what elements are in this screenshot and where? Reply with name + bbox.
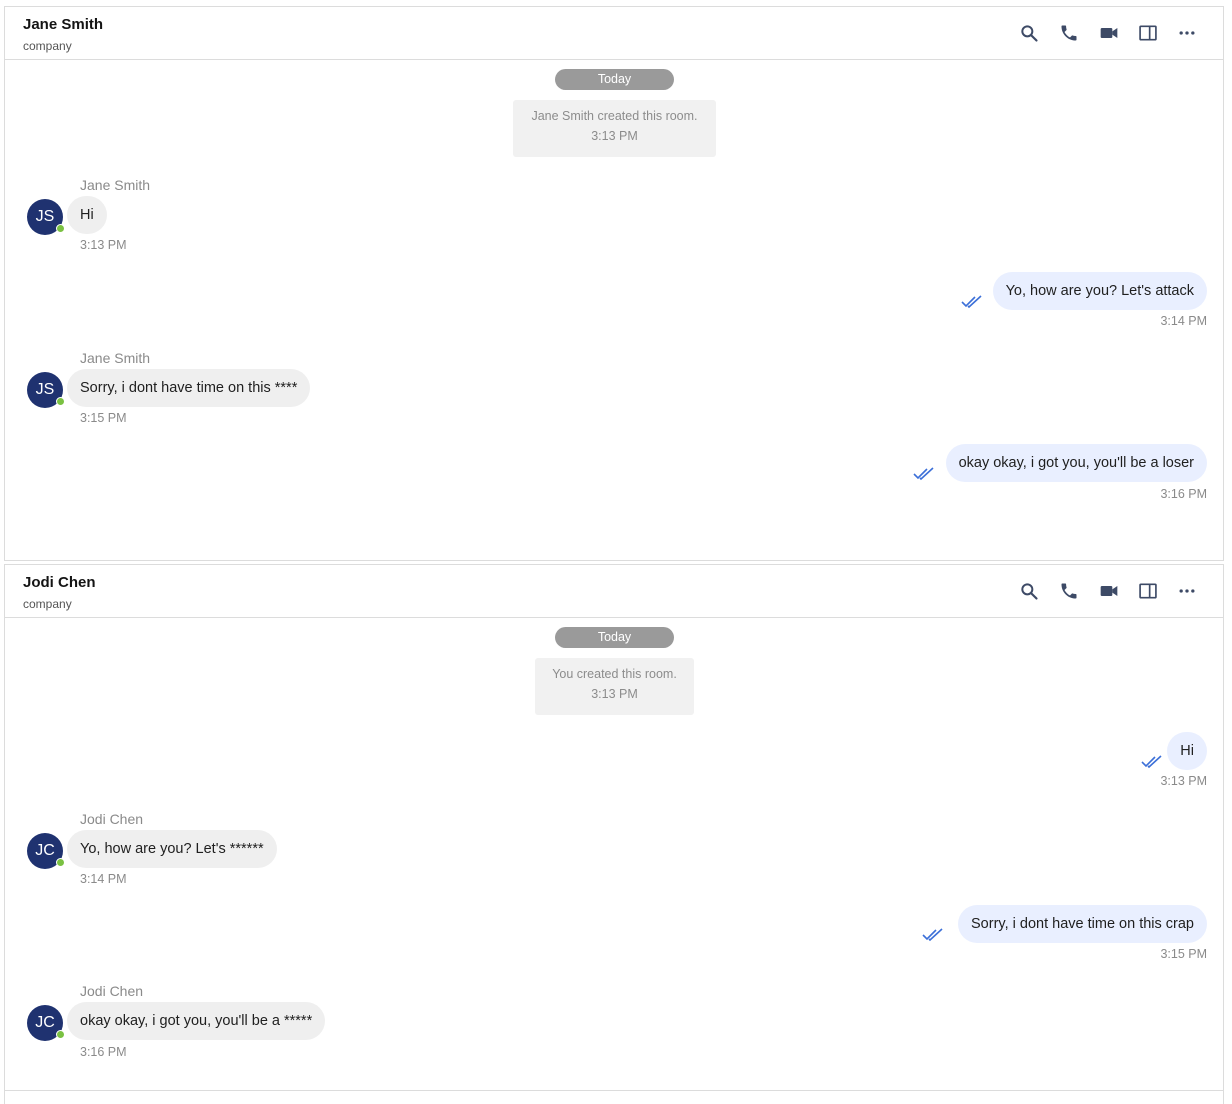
chat-room-jodi-chen: Jodi Chen company Today You created this… bbox=[4, 564, 1224, 1104]
phone-icon[interactable] bbox=[1057, 579, 1081, 603]
room-subtitle: company bbox=[23, 39, 72, 53]
system-message-time: 3:13 PM bbox=[591, 687, 638, 701]
more-icon[interactable] bbox=[1175, 579, 1199, 603]
system-message: Jane Smith created this room. 3:13 PM bbox=[513, 100, 716, 157]
read-receipt-icon bbox=[913, 467, 934, 481]
message-bubble-outgoing[interactable]: Hi bbox=[1167, 732, 1207, 770]
message-sender: Jodi Chen bbox=[80, 811, 144, 827]
online-status-dot bbox=[56, 858, 65, 867]
video-icon[interactable] bbox=[1097, 21, 1121, 45]
message-sender: Jodi Chen bbox=[80, 983, 144, 999]
search-icon[interactable] bbox=[1017, 579, 1041, 603]
chat-header: Jodi Chen company bbox=[5, 565, 1223, 618]
online-status-dot bbox=[56, 1030, 65, 1039]
avatar[interactable]: JC bbox=[27, 1005, 65, 1041]
message-time: 3:15 PM bbox=[80, 411, 127, 425]
message-sender: Jane Smith bbox=[80, 350, 151, 366]
system-message-text: You created this room. bbox=[552, 667, 677, 681]
phone-icon[interactable] bbox=[1057, 21, 1081, 45]
date-divider: Today bbox=[555, 627, 674, 648]
message-bubble-incoming[interactable]: Sorry, i dont have time on this **** bbox=[67, 369, 311, 407]
chat-header: Jane Smith company bbox=[5, 7, 1223, 60]
room-title: Jane Smith bbox=[23, 16, 104, 33]
date-divider: Today bbox=[555, 69, 674, 90]
message-bubble-outgoing[interactable]: Sorry, i dont have time on this crap bbox=[958, 905, 1207, 943]
message-time: 3:14 PM bbox=[1160, 314, 1207, 328]
read-receipt-icon bbox=[1141, 755, 1162, 769]
system-message: You created this room. 3:13 PM bbox=[535, 658, 694, 715]
message-time: 3:13 PM bbox=[1160, 774, 1207, 788]
message-bubble-incoming[interactable]: okay okay, i got you, you'll be a ***** bbox=[67, 1002, 326, 1040]
room-subtitle: company bbox=[23, 597, 72, 611]
read-receipt-icon bbox=[961, 295, 982, 309]
online-status-dot bbox=[56, 397, 65, 406]
avatar-initials: JC bbox=[35, 1014, 55, 1031]
more-icon[interactable] bbox=[1175, 21, 1199, 45]
sidebar-panel-icon[interactable] bbox=[1136, 21, 1160, 45]
message-time: 3:16 PM bbox=[1160, 487, 1207, 501]
read-receipt-icon bbox=[922, 928, 943, 942]
composer-divider bbox=[5, 1090, 1223, 1091]
avatar-initials: JS bbox=[35, 381, 55, 398]
online-status-dot bbox=[56, 224, 65, 233]
message-time: 3:16 PM bbox=[80, 1045, 127, 1059]
avatar-initials: JS bbox=[35, 208, 55, 225]
room-title: Jodi Chen bbox=[23, 574, 96, 591]
avatar[interactable]: JC bbox=[27, 833, 65, 869]
system-message-time: 3:13 PM bbox=[591, 129, 638, 143]
message-bubble-incoming[interactable]: Yo, how are you? Let's ****** bbox=[67, 830, 277, 868]
sidebar-panel-icon[interactable] bbox=[1136, 579, 1160, 603]
message-sender: Jane Smith bbox=[80, 177, 151, 193]
system-message-text: Jane Smith created this room. bbox=[531, 109, 698, 123]
avatar-initials: JC bbox=[35, 842, 55, 859]
message-time: 3:14 PM bbox=[80, 872, 127, 886]
message-time: 3:13 PM bbox=[80, 238, 127, 252]
message-bubble-incoming[interactable]: Hi bbox=[67, 196, 107, 234]
message-bubble-outgoing[interactable]: Yo, how are you? Let's attack bbox=[992, 272, 1207, 310]
avatar[interactable]: JS bbox=[27, 372, 65, 408]
video-icon[interactable] bbox=[1097, 579, 1121, 603]
message-time: 3:15 PM bbox=[1160, 947, 1207, 961]
chat-room-jane-smith: Jane Smith company Today Jane Smith crea… bbox=[4, 6, 1224, 561]
search-icon[interactable] bbox=[1017, 21, 1041, 45]
message-bubble-outgoing[interactable]: okay okay, i got you, you'll be a loser bbox=[945, 444, 1207, 482]
avatar[interactable]: JS bbox=[27, 199, 65, 235]
